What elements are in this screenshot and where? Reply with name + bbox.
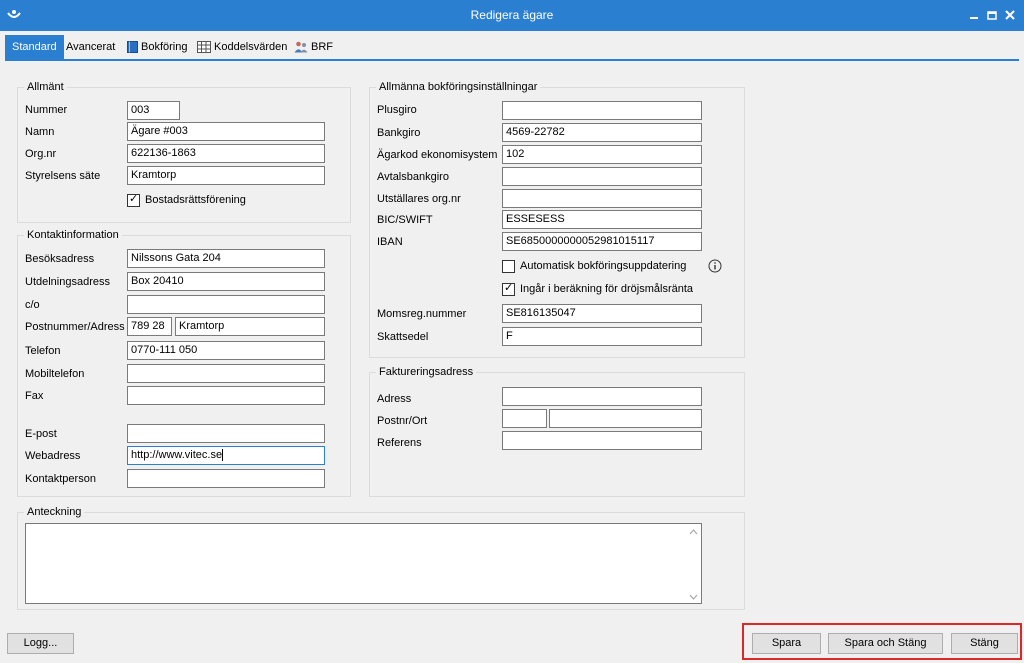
momsreg-label: Momsreg.nummer	[377, 308, 467, 320]
bic-swift-field[interactable]: ESSESESS	[502, 210, 702, 229]
postnummer-field[interactable]: 789 28	[127, 317, 172, 336]
auto-bokforing-checkbox[interactable]	[502, 260, 515, 273]
faktura-referens-field[interactable]	[502, 431, 702, 450]
utstallare-label: Utställares org.nr	[377, 193, 461, 205]
check-icon: ✓	[129, 193, 139, 205]
book-icon	[127, 41, 138, 54]
bostadsratt-checkbox[interactable]: ✓	[127, 193, 140, 207]
plusgiro-label: Plusgiro	[377, 104, 417, 116]
scroll-down-icon[interactable]	[689, 594, 698, 600]
bankgiro-label: Bankgiro	[377, 127, 421, 139]
plusgiro-field[interactable]	[502, 101, 702, 120]
besoksadress-field[interactable]: Nilssons Gata 204	[127, 249, 325, 268]
minimize-icon[interactable]	[967, 8, 981, 22]
namn-label: Namn	[25, 126, 55, 138]
webadress-label: Webadress	[25, 450, 81, 462]
drojsmalsranta-label: Ingår i beräkning för dröjsmålsränta	[520, 283, 694, 295]
orgnr-label: Org.nr	[25, 148, 57, 160]
fax-field[interactable]	[127, 386, 325, 405]
iban-field[interactable]: SE6850000000052981015117	[502, 232, 702, 251]
utstallare-field[interactable]	[502, 189, 702, 208]
agarkod-field[interactable]: 102	[502, 145, 702, 164]
faktura-adress-label: Adress	[377, 393, 412, 405]
nummer-label: Nummer	[25, 104, 68, 116]
maximize-icon[interactable]	[985, 8, 999, 22]
anteckning-scrollbar[interactable]	[686, 524, 701, 603]
info-icon[interactable]	[708, 259, 722, 273]
besoksadress-label: Besöksadress	[25, 253, 95, 265]
telefon-field[interactable]: 0770-111 050	[127, 341, 325, 360]
epost-label: E-post	[25, 428, 57, 440]
title-bar: Redigera ägare	[0, 0, 1024, 31]
utdelningsadress-label: Utdelningsadress	[25, 276, 110, 288]
tab-bar: Standard Avancerat Bokföring Koddelsvärd…	[5, 34, 1019, 61]
group-legend: Allmänna bokföringsinställningar	[376, 81, 541, 94]
co-label: c/o	[25, 299, 40, 311]
epost-field[interactable]	[127, 424, 325, 443]
postnummer-adress-label: Postnummer/Adress	[25, 321, 125, 333]
tab-label: Standard	[12, 41, 57, 53]
users-icon	[294, 41, 308, 53]
logg-button[interactable]: Logg...	[7, 633, 74, 654]
styrelsens-sate-field[interactable]: Kramtorp	[127, 166, 325, 185]
bankgiro-field[interactable]: 4569-22782	[502, 123, 702, 142]
kontaktperson-label: Kontaktperson	[25, 473, 96, 485]
tab-avancerat[interactable]: Avancerat	[62, 35, 119, 60]
faktura-postnr-ort-label: Postnr/Ort	[377, 415, 428, 427]
check-icon: ✓	[504, 282, 514, 294]
text-caret	[222, 449, 224, 462]
group-legend: Allmänt	[24, 81, 67, 94]
faktura-postnr-field[interactable]	[502, 409, 547, 428]
window-title: Redigera ägare	[470, 8, 554, 22]
webadress-value: http://www.vitec.se	[131, 449, 223, 461]
tab-brf[interactable]: BRF	[290, 35, 337, 60]
scroll-up-icon[interactable]	[689, 529, 698, 535]
orgnr-field[interactable]: 622136-1863	[127, 144, 325, 163]
agarkod-label: Ägarkod ekonomisystem	[377, 149, 498, 161]
avtalsbankgiro-label: Avtalsbankgiro	[377, 171, 449, 183]
skattsedel-field[interactable]: F	[502, 327, 702, 346]
tab-label: Koddelsvärden	[214, 41, 288, 53]
save-button[interactable]: Spara	[752, 633, 821, 654]
bic-swift-label: BIC/SWIFT	[377, 214, 433, 226]
faktura-referens-label: Referens	[377, 437, 422, 449]
webadress-field[interactable]: http://www.vitec.se	[127, 446, 325, 465]
namn-field[interactable]: Ägare #003	[127, 122, 325, 141]
skattsedel-label: Skattsedel	[377, 331, 429, 343]
avtalsbankgiro-field[interactable]	[502, 167, 702, 186]
faktura-ort-field[interactable]	[549, 409, 702, 428]
mobiltelefon-label: Mobiltelefon	[25, 368, 85, 380]
tab-label: Avancerat	[66, 41, 116, 53]
table-icon	[197, 41, 211, 54]
mobiltelefon-field[interactable]	[127, 364, 325, 383]
iban-label: IBAN	[377, 236, 403, 248]
group-legend: Faktureringsadress	[376, 366, 477, 379]
group-legend: Kontaktinformation	[24, 229, 122, 242]
telefon-label: Telefon	[25, 345, 61, 357]
group-legend: Anteckning	[24, 506, 85, 519]
styrelsens-sate-label: Styrelsens säte	[25, 170, 101, 182]
utdelningsadress-field[interactable]: Box 20410	[127, 272, 325, 291]
co-field[interactable]	[127, 295, 325, 314]
tab-koddelsvarden[interactable]: Koddelsvärden	[193, 35, 291, 60]
anteckning-textarea[interactable]	[25, 523, 702, 604]
close-icon[interactable]	[1003, 8, 1017, 22]
tab-label: BRF	[311, 41, 333, 53]
auto-bokforing-label: Automatisk bokföringsuppdatering	[520, 260, 687, 272]
save-and-close-button[interactable]: Spara och Stäng	[828, 633, 943, 654]
fax-label: Fax	[25, 390, 44, 402]
bostadsratt-label: Bostadsrättsförening	[145, 194, 246, 206]
faktura-adress-field[interactable]	[502, 387, 702, 406]
close-button[interactable]: Stäng	[951, 633, 1018, 654]
momsreg-field[interactable]: SE816135047	[502, 304, 702, 323]
drojsmalsranta-checkbox[interactable]: ✓	[502, 282, 515, 296]
tab-label: Bokföring	[141, 41, 188, 53]
kontaktperson-field[interactable]	[127, 469, 325, 488]
ort-field[interactable]: Kramtorp	[175, 317, 325, 336]
tab-bokforing[interactable]: Bokföring	[123, 35, 191, 60]
tab-standard[interactable]: Standard	[5, 35, 64, 60]
nummer-field[interactable]: 003	[127, 101, 180, 120]
